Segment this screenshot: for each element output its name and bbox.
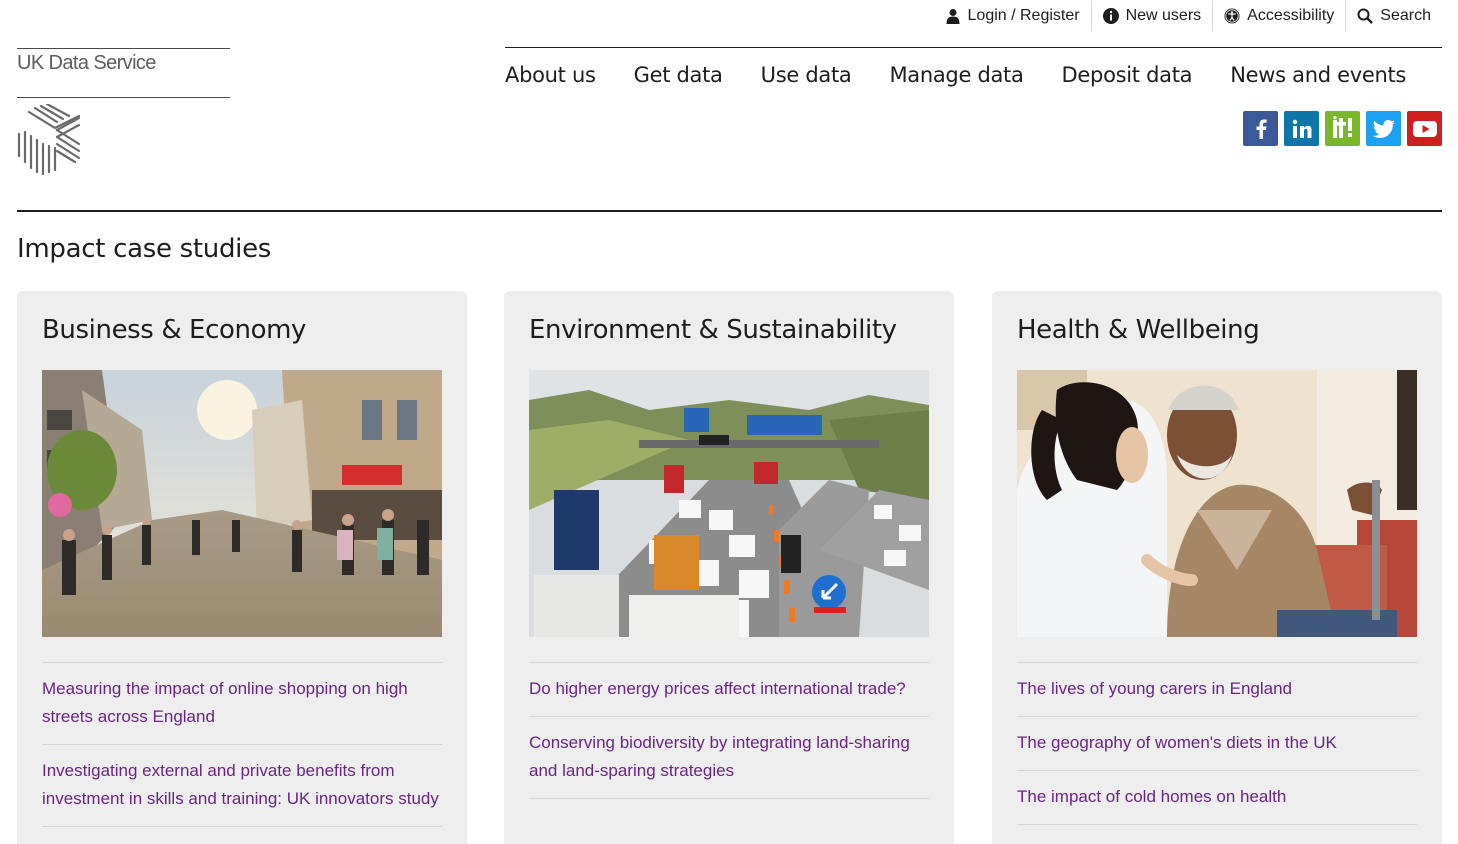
nav-deposit-data[interactable]: Deposit data	[1062, 63, 1193, 87]
list-item: The impact of cold homes on health	[1017, 771, 1417, 825]
facebook-icon[interactable]	[1243, 111, 1278, 146]
main-navigation: About us Get data Use data Manage data D…	[505, 63, 1406, 87]
case-study-link[interactable]: Do higher energy prices affect internati…	[529, 675, 929, 703]
case-study-card-environment: Environment & Sustainability Do higher e…	[504, 291, 954, 844]
accessibility-label: Accessibility	[1247, 7, 1335, 24]
youtube-icon[interactable]	[1407, 111, 1442, 146]
utility-bar: Login / Register New users Accessibility…	[934, 0, 1442, 32]
case-study-link[interactable]: Investigating external and private benef…	[42, 757, 442, 813]
card-title: Environment & Sustainability	[529, 315, 897, 345]
case-study-links: Do higher energy prices affect internati…	[529, 662, 929, 799]
card-title: Business & Economy	[42, 315, 306, 345]
list-item: Conserving biodiversity by integrating l…	[529, 717, 929, 799]
accessibility-link[interactable]: Accessibility	[1212, 1, 1345, 31]
case-study-link[interactable]: Conserving biodiversity by integrating l…	[529, 729, 929, 785]
case-study-card-health: Health & Wellbeing The lives of young ca…	[992, 291, 1442, 844]
list-item: The geography of women's diets in the UK	[1017, 717, 1417, 771]
case-study-link[interactable]: The lives of young carers in England	[1017, 675, 1417, 703]
section-divider	[17, 210, 1442, 212]
nav-about-us[interactable]: About us	[505, 63, 596, 87]
list-item: Investigating external and private benef…	[42, 745, 442, 827]
info-icon	[1102, 8, 1119, 24]
nav-news-and-events[interactable]: News and events	[1230, 63, 1406, 87]
case-study-card-business: Business & Economy Measuring the impact …	[17, 291, 467, 844]
search-label: Search	[1380, 7, 1431, 24]
nav-get-data[interactable]: Get data	[634, 63, 723, 87]
login-register-link[interactable]: Login / Register	[934, 1, 1091, 31]
social-links	[1243, 111, 1442, 146]
iti-icon[interactable]	[1325, 111, 1360, 146]
logo-wordmark: UK Data Service	[17, 52, 156, 74]
high-street-photo[interactable]	[42, 370, 442, 637]
carer-and-elderly-man-photo[interactable]	[1017, 370, 1417, 637]
login-register-label: Login / Register	[967, 7, 1080, 24]
page-title: Impact case studies	[17, 234, 272, 264]
search-icon	[1357, 8, 1374, 24]
twitter-icon[interactable]	[1366, 111, 1401, 146]
nav-use-data[interactable]: Use data	[761, 63, 852, 87]
new-users-label: New users	[1125, 7, 1202, 24]
motorway-traffic-photo[interactable]	[529, 370, 929, 637]
logo-mark-icon	[17, 104, 81, 176]
case-study-link[interactable]: The impact of cold homes on health	[1017, 783, 1417, 811]
nav-top-rule	[505, 47, 1442, 48]
accessibility-icon	[1224, 8, 1240, 24]
case-study-links: Measuring the impact of online shopping …	[42, 662, 442, 827]
linkedin-icon[interactable]	[1284, 111, 1319, 146]
list-item: The lives of young carers in England	[1017, 663, 1417, 717]
list-item: Measuring the impact of online shopping …	[42, 663, 442, 745]
new-users-link[interactable]: New users	[1090, 1, 1213, 31]
search-link[interactable]: Search	[1345, 1, 1442, 31]
nav-manage-data[interactable]: Manage data	[889, 63, 1023, 87]
case-study-link[interactable]: The geography of women's diets in the UK	[1017, 729, 1417, 757]
card-title: Health & Wellbeing	[1017, 315, 1260, 345]
case-study-link[interactable]: Measuring the impact of online shopping …	[42, 675, 442, 731]
user-icon	[945, 8, 961, 24]
site-logo[interactable]: UK Data Service	[17, 48, 230, 176]
list-item: Do higher energy prices affect internati…	[529, 663, 929, 717]
logo-bottom-rule	[17, 97, 230, 98]
case-study-links: The lives of young carers in England The…	[1017, 662, 1417, 825]
